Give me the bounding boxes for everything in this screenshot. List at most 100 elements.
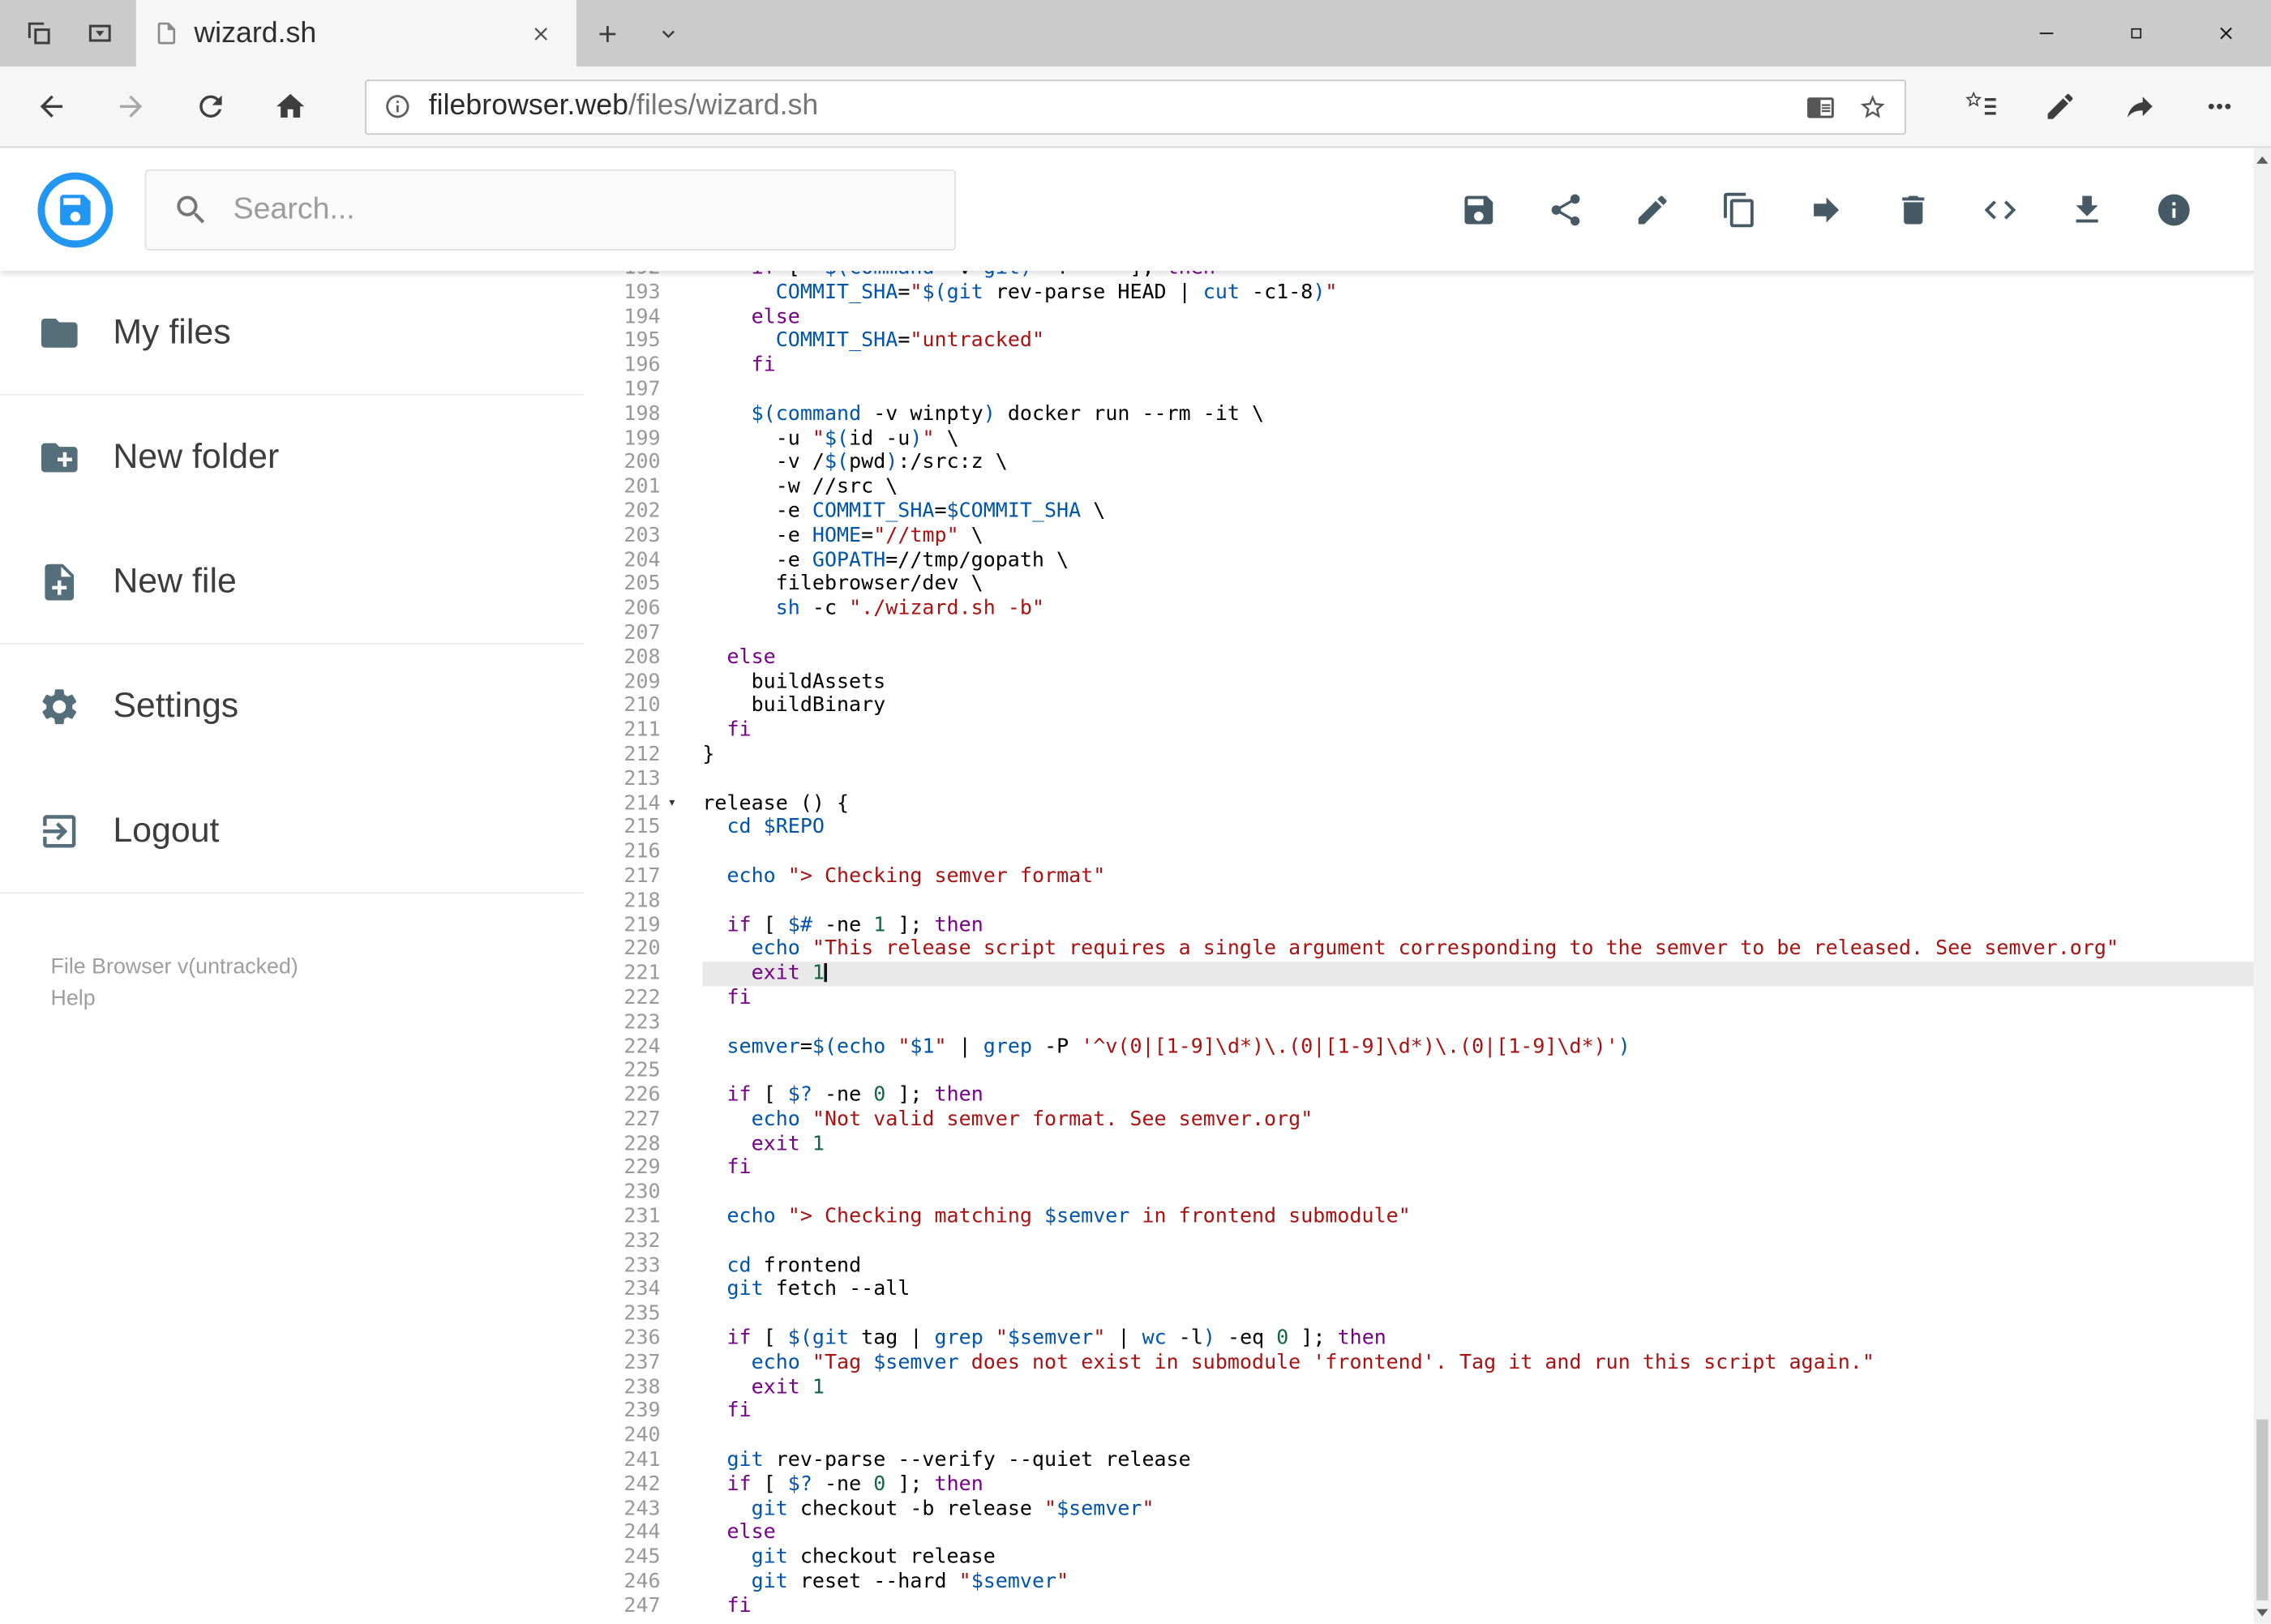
code-line[interactable]: 204 -e GOPATH=//tmp/gopath \ [584, 548, 2254, 572]
reading-view-icon[interactable] [1806, 92, 1836, 121]
address-bar[interactable]: filebrowser.web/files/wizard.sh [365, 79, 1906, 135]
code-line[interactable]: 244 else [584, 1521, 2254, 1545]
more-icon[interactable] [2179, 67, 2259, 145]
maximize-icon[interactable] [2091, 0, 2181, 66]
code-line[interactable]: 194 else [584, 305, 2254, 329]
close-window-icon[interactable] [2181, 0, 2271, 66]
refresh-icon[interactable] [171, 67, 251, 145]
fold-marker-icon[interactable]: ▾ [661, 791, 703, 816]
search-box[interactable] [144, 169, 956, 251]
code-line[interactable]: 226 if [ $? -ne 0 ]; then [584, 1083, 2254, 1108]
code-line[interactable]: 212} [584, 743, 2254, 767]
save-icon[interactable] [1460, 191, 1498, 228]
code-line[interactable]: 196 fi [584, 354, 2254, 378]
site-info-icon[interactable] [383, 92, 411, 120]
scroll-down-icon[interactable] [2254, 1600, 2271, 1624]
code-line[interactable]: 228 exit 1 [584, 1132, 2254, 1156]
code-line[interactable]: 222 fi [584, 986, 2254, 1010]
annotate-icon[interactable] [2020, 67, 2100, 145]
code-line[interactable]: 235 [584, 1302, 2254, 1326]
code-line[interactable]: 237 echo "Tag $semver does not exist in … [584, 1351, 2254, 1375]
code-line[interactable]: 219 if [ $# -ne 1 ]; then [584, 913, 2254, 937]
sidebar-item-logout[interactable]: Logout [0, 769, 584, 894]
code-line[interactable]: 206 sh -c "./wizard.sh -b" [584, 597, 2254, 621]
tab-close-icon[interactable] [529, 23, 551, 45]
code-line[interactable]: 201 -w //src \ [584, 475, 2254, 499]
code-line[interactable]: 240 [584, 1424, 2254, 1448]
move-icon[interactable] [1807, 191, 1845, 228]
code-line[interactable]: 231 echo "> Checking matching $semver in… [584, 1205, 2254, 1229]
code-line[interactable]: 227 echo "Not valid semver format. See s… [584, 1108, 2254, 1132]
code-line[interactable]: 209 buildAssets [584, 670, 2254, 694]
minimize-icon[interactable] [2002, 0, 2092, 66]
sidebar-item-new-file[interactable]: New file [0, 520, 584, 645]
copy-icon[interactable] [1720, 191, 1758, 228]
code-line[interactable]: 217 echo "> Checking semver format" [584, 864, 2254, 889]
code-line[interactable]: 214 ▾ release () { [584, 791, 2254, 816]
sidebar-item-my-files[interactable]: My files [0, 271, 584, 396]
delete-icon[interactable] [1895, 191, 1932, 228]
code-line[interactable]: 215 cd $REPO [584, 816, 2254, 840]
code-line[interactable]: 242 if [ $? -ne 0 ]; then [584, 1472, 2254, 1497]
code-line[interactable]: 211 fi [584, 718, 2254, 743]
code-line[interactable]: 245 git checkout release [584, 1545, 2254, 1570]
code-line[interactable]: 199 -u "$(id -u)" \ [584, 426, 2254, 451]
code-line[interactable]: 225 [584, 1059, 2254, 1083]
code-line[interactable]: 198 $(command -v winpty) docker run --rm… [584, 402, 2254, 426]
code-line[interactable]: 234 git fetch --all [584, 1278, 2254, 1302]
editor-icon[interactable] [1982, 191, 2019, 228]
rename-icon[interactable] [1634, 191, 1671, 228]
code-line[interactable]: 207 [584, 621, 2254, 645]
code-line[interactable]: 221 exit 1 [584, 962, 2254, 987]
share-icon[interactable] [1547, 191, 1584, 228]
code-editor[interactable]: 192 if [ "$(command -v git)" != "" ]; th… [584, 271, 2254, 1623]
code-line[interactable]: 246 git reset --hard "$semver" [584, 1570, 2254, 1594]
scroll-thumb[interactable] [2256, 1419, 2269, 1600]
back-icon[interactable] [11, 67, 91, 145]
page-scrollbar[interactable] [2253, 148, 2271, 1624]
code-line[interactable]: 220 echo "This release script requires a… [584, 937, 2254, 962]
code-line[interactable]: 239 fi [584, 1399, 2254, 1424]
set-tabs-aside-icon[interactable] [9, 0, 70, 66]
code-line[interactable]: 208 else [584, 645, 2254, 670]
download-icon[interactable] [2068, 191, 2106, 228]
tab-preview-icon[interactable] [70, 0, 131, 66]
search-input[interactable] [230, 190, 929, 229]
code-line[interactable]: 200 -v /$(pwd):/src:z \ [584, 451, 2254, 475]
filebrowser-logo[interactable] [37, 171, 114, 247]
share-page-icon[interactable] [2100, 67, 2179, 145]
sidebar-item-settings[interactable]: Settings [0, 645, 584, 769]
code-line[interactable]: 232 [584, 1229, 2254, 1253]
code-line[interactable]: 229 fi [584, 1156, 2254, 1181]
code-line[interactable]: 230 [584, 1181, 2254, 1205]
code-line[interactable]: 202 -e COMMIT_SHA=$COMMIT_SHA \ [584, 499, 2254, 524]
code-line[interactable]: 205 filebrowser/dev \ [584, 572, 2254, 597]
code-line[interactable]: 192 if [ "$(command -v git)" != "" ]; th… [584, 271, 2254, 281]
code-line[interactable]: 224 semver=$(echo "$1" | grep -P '^v(0|[… [584, 1035, 2254, 1059]
code-line[interactable]: 210 buildBinary [584, 694, 2254, 718]
code-line[interactable]: 241 git rev-parse --verify --quiet relea… [584, 1448, 2254, 1472]
code-line[interactable]: 213 [584, 767, 2254, 791]
sidebar-item-new-folder[interactable]: New folder [0, 396, 584, 521]
tab-chevron-icon[interactable] [637, 0, 698, 66]
code-line[interactable]: 216 [584, 840, 2254, 864]
hub-icon[interactable] [1941, 67, 2020, 145]
code-line[interactable]: 243 git checkout -b release "$semver" [584, 1497, 2254, 1521]
code-line[interactable]: 247 fi [584, 1594, 2254, 1618]
code-line[interactable]: 233 cd frontend [584, 1253, 2254, 1278]
code-line[interactable]: 236 if [ $(git tag | grep "$semver" | wc… [584, 1326, 2254, 1351]
code-line[interactable]: 195 COMMIT_SHA="untracked" [584, 329, 2254, 354]
info-icon[interactable] [2155, 191, 2192, 228]
favorite-star-icon[interactable] [1858, 92, 1888, 121]
scroll-up-icon[interactable] [2254, 148, 2271, 171]
code-line[interactable]: 218 [584, 889, 2254, 913]
home-icon[interactable] [251, 67, 330, 145]
code-line[interactable]: 203 -e HOME="//tmp" \ [584, 524, 2254, 548]
new-tab-icon[interactable] [576, 0, 637, 66]
code-line[interactable]: 238 exit 1 [584, 1375, 2254, 1399]
code-line[interactable]: 223 [584, 1010, 2254, 1035]
code-line[interactable]: 197 [584, 378, 2254, 402]
code-line[interactable]: 193 COMMIT_SHA="$(git rev-parse HEAD | c… [584, 281, 2254, 305]
browser-tab[interactable]: wizard.sh [135, 0, 576, 67]
help-link[interactable]: Help [51, 983, 584, 1015]
